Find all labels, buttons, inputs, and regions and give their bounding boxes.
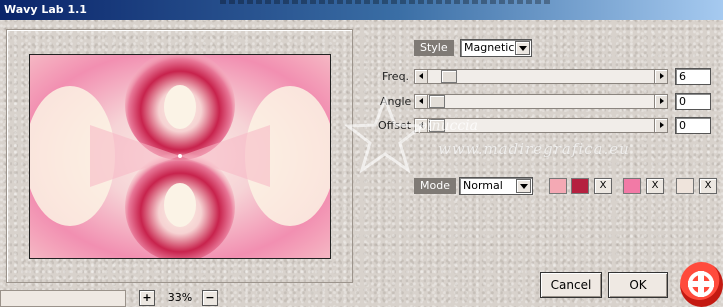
watermark-url: www.madiregrafica.eu [438,140,630,158]
arrow-right-icon[interactable] [654,70,667,83]
mode-dropdown[interactable]: Normal [459,177,533,195]
zoom-level: 33% [167,291,193,304]
preview-canvas [29,54,331,259]
style-dropdown[interactable]: Magnetic [460,39,532,57]
ok-button[interactable]: OK [608,272,668,298]
freq-slider[interactable] [414,69,668,84]
color-swatch-2[interactable] [571,178,589,194]
color-swatch-3[interactable] [623,178,641,194]
color-swatch-4[interactable] [676,178,694,194]
angle-slider-thumb[interactable] [429,95,445,108]
arrow-right-icon[interactable] [654,119,667,132]
angle-value-field[interactable]: 0 [675,93,711,110]
window-title: Wavy Lab 1.1 [4,3,87,16]
angle-slider[interactable] [414,94,668,109]
zoom-out-button[interactable]: − [202,290,218,306]
help-icon[interactable] [680,262,723,307]
mode-selected-value: Normal [463,179,503,192]
remove-color-button[interactable]: X [646,178,664,194]
watermark-name: pinuccia [418,118,478,134]
mode-label: Mode [414,178,456,194]
remove-color-button[interactable]: X [699,178,717,194]
background-window-text [220,0,550,4]
title-bar[interactable]: Wavy Lab 1.1 [0,0,723,20]
remove-color-button[interactable]: X [594,178,612,194]
watermark-star-icon [345,95,425,174]
lifebuoy-icon [688,271,714,297]
zoom-in-button[interactable]: + [139,290,155,306]
chevron-down-icon[interactable] [516,179,531,193]
style-selected-value: Magnetic [464,41,515,54]
arrow-left-icon[interactable] [415,70,428,83]
cancel-button[interactable]: Cancel [540,272,602,298]
freq-label: Freq. [382,70,410,83]
style-label: Style [414,40,454,56]
arrow-right-icon[interactable] [654,95,667,108]
freq-slider-thumb[interactable] [441,70,457,83]
chevron-down-icon[interactable] [515,41,530,55]
freq-value-field[interactable]: 6 [675,68,711,85]
offset-value-field[interactable]: 0 [675,117,711,134]
zoom-status-field [0,290,126,307]
color-swatch-1[interactable] [549,178,567,194]
